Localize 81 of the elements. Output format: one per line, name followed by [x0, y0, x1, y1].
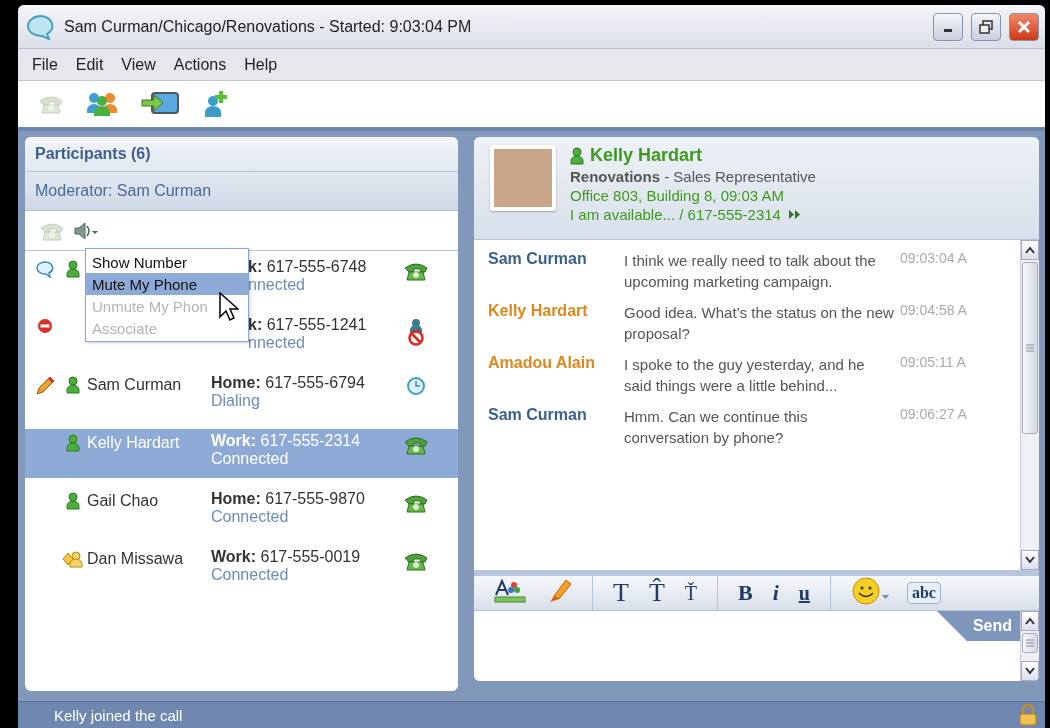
grip-icon — [1025, 639, 1035, 647]
window-title: Sam Curman/Chicago/Renovations - Started: 9:03:04 PM — [64, 17, 473, 36]
menu-item[interactable]: Help — [238, 53, 284, 76]
call-status: Connected — [211, 508, 290, 526]
italic-button[interactable]: i — [768, 580, 783, 606]
message-time: 09:06:27 A — [899, 406, 968, 424]
message-text: I spoke to the guy yesterday, and he said things were a little behind... — [624, 355, 866, 396]
menu-item[interactable]: Actions — [167, 53, 233, 76]
scroll-thumb[interactable] — [1022, 633, 1038, 653]
menu-item[interactable]: File — [26, 53, 64, 76]
font-size-button[interactable]: T — [609, 578, 633, 608]
call-status: nnected — [248, 334, 306, 352]
menu-item[interactable]: Edit — [69, 53, 110, 76]
minimize-icon — [944, 29, 952, 32]
contact-availability: I am available... / 617-555-2314 — [570, 206, 781, 223]
participant-name[interactable]: Gail Chao — [87, 490, 211, 510]
message-text: Good idea. What’s the status on the new proposal? — [624, 303, 895, 344]
lock-icon — [1019, 704, 1037, 726]
participant-name[interactable]: Dan Missawa — [87, 548, 211, 568]
participant-name[interactable]: Sam Curman — [87, 374, 211, 394]
phone-number: Home: 617-555-6794 — [211, 374, 366, 392]
contact-title: Renovations - Sales Representative — [570, 168, 816, 185]
panel-title: Participants (6) — [25, 137, 458, 172]
minimize-button[interactable] — [933, 12, 963, 41]
call-status: Dialing — [211, 392, 261, 410]
chat-bubble-icon — [26, 13, 56, 40]
message-sender: Sam Curman — [488, 406, 588, 425]
grip-icon — [1025, 344, 1035, 352]
call-status: nnected — [248, 276, 306, 294]
call-status: Connected — [211, 566, 290, 584]
chevron-down-icon — [1025, 667, 1035, 675]
scroll-down-button[interactable] — [1021, 661, 1039, 681]
phone-number: Work: 617-555-0019 — [211, 548, 362, 566]
restore-icon — [979, 19, 993, 34]
restore-button[interactable] — [971, 12, 1001, 41]
scrollbar[interactable] — [1020, 240, 1039, 570]
phone-number: k: 617-555-1241 — [248, 316, 368, 334]
phone-number: k: 617-555-6748 — [248, 258, 368, 276]
phone-number: Work: 617-555-2314 — [211, 432, 362, 450]
add-person-icon — [202, 90, 230, 118]
call-status: Connected — [211, 450, 290, 468]
menu-option[interactable]: Show Number — [86, 251, 248, 273]
message-sender: Sam Curman — [488, 250, 588, 269]
screen-share-icon — [140, 91, 180, 117]
message-time: 09:05:11 A — [899, 354, 967, 372]
mouse-pointer-icon — [219, 292, 239, 322]
phone-icon — [38, 93, 64, 115]
underline-button[interactable]: u — [794, 581, 814, 605]
message-time: 09:03:04 A — [899, 250, 968, 268]
phone-number: Home: 617-555-9870 — [211, 490, 366, 508]
scroll-up-button[interactable] — [1021, 240, 1039, 260]
contact-name: Kelly Hardart — [590, 145, 703, 166]
message-sender: Kelly Hardart — [488, 302, 589, 321]
message-text: Hmm. Can we continue this conversation by phone? — [624, 407, 809, 448]
scroll-up-button[interactable] — [1021, 611, 1039, 631]
chevron-up-icon — [1025, 246, 1035, 254]
smaller-font-button[interactable]: Ť — [680, 581, 701, 605]
scrollbar[interactable] — [1020, 611, 1039, 681]
photo-placeholder — [490, 145, 556, 211]
font-size-button[interactable]: B — [734, 580, 757, 606]
message-time: 09:04:58 A — [899, 302, 968, 320]
group-icon — [86, 91, 118, 117]
speaker-dropdown-button[interactable] — [73, 220, 99, 241]
close-button[interactable] — [1009, 12, 1039, 41]
menu-option[interactable]: Mute My Phone — [86, 273, 248, 295]
moderator-label: Moderator: Sam Curman — [25, 172, 458, 211]
menu-item[interactable]: View — [115, 53, 162, 76]
chevron-up-icon — [1025, 617, 1035, 625]
message-text: I think we really need to talk about the upcoming marketing campaign. — [624, 251, 877, 292]
toolbar-button[interactable] — [140, 91, 180, 117]
spell-check-button[interactable]: abc — [906, 582, 941, 604]
chevron-down-icon — [1025, 556, 1035, 564]
contact-location: Office 803, Building 8, 09:03 AM — [570, 187, 786, 204]
message-sender: Amadou Alain — [488, 354, 596, 373]
close-icon — [1017, 19, 1031, 34]
font-size-button[interactable]: T̂ — [644, 578, 669, 608]
scroll-thumb[interactable] — [1022, 262, 1038, 434]
person-icon — [570, 146, 584, 165]
double-arrow-icon[interactable] — [788, 210, 801, 219]
status-text: Kelly joined the call — [54, 706, 183, 724]
scroll-down-button[interactable] — [1021, 550, 1039, 570]
